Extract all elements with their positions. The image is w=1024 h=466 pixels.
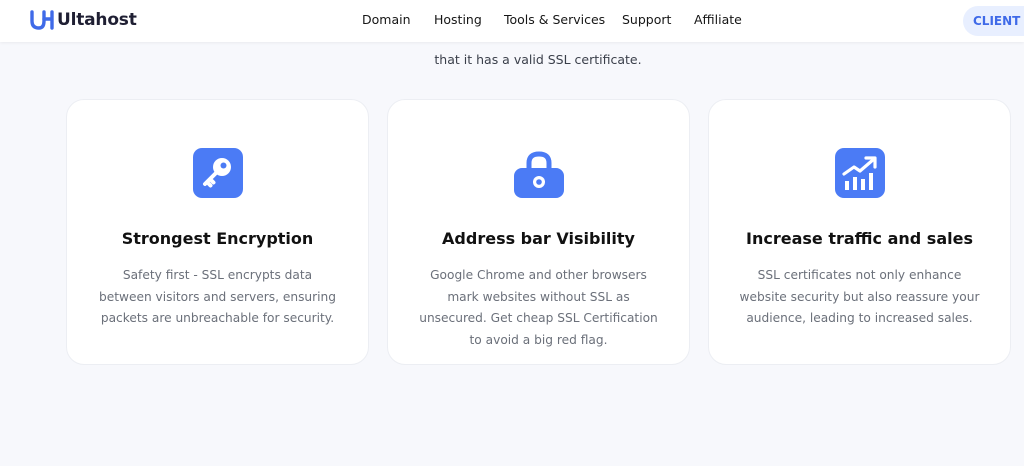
- feature-title: Address bar Visibility: [442, 229, 635, 248]
- client-area-button[interactable]: CLIENT AREA: [963, 6, 1024, 36]
- intro-subtitle: that it has a valid SSL certificate.: [434, 52, 642, 67]
- logo[interactable]: Ultahost: [29, 9, 137, 31]
- chart-growth-icon: [834, 148, 885, 198]
- top-navbar: Ultahost Domain Hosting Tools & Services…: [0, 0, 1024, 42]
- feature-card-encryption: Strongest Encryption Safety first - SSL …: [66, 99, 369, 365]
- logo-text: Ultahost: [57, 10, 137, 30]
- nav-hosting[interactable]: Hosting: [434, 12, 482, 27]
- feature-card-address-bar: Address bar Visibility Google Chrome and…: [387, 99, 690, 365]
- feature-description: Safety first - SSL encrypts data between…: [98, 268, 336, 325]
- feature-card-traffic: Increase traffic and sales SSL certifica…: [708, 99, 1011, 365]
- ultahost-logo-icon: [30, 10, 54, 30]
- feature-title: Strongest Encryption: [121, 229, 314, 248]
- nav-support[interactable]: Support: [622, 12, 671, 27]
- key-icon: [192, 148, 243, 198]
- feature-title: Increase traffic and sales: [746, 229, 973, 248]
- nav-affiliate[interactable]: Affiliate: [694, 12, 742, 27]
- nav-domain[interactable]: Domain: [362, 12, 411, 27]
- feature-description: Google Chrome and other browsers mark we…: [419, 268, 658, 347]
- feature-description: SSL certificates not only enhance websit…: [739, 268, 980, 325]
- lock-icon: [513, 151, 564, 198]
- nav-tools-services[interactable]: Tools & Services: [504, 12, 605, 27]
